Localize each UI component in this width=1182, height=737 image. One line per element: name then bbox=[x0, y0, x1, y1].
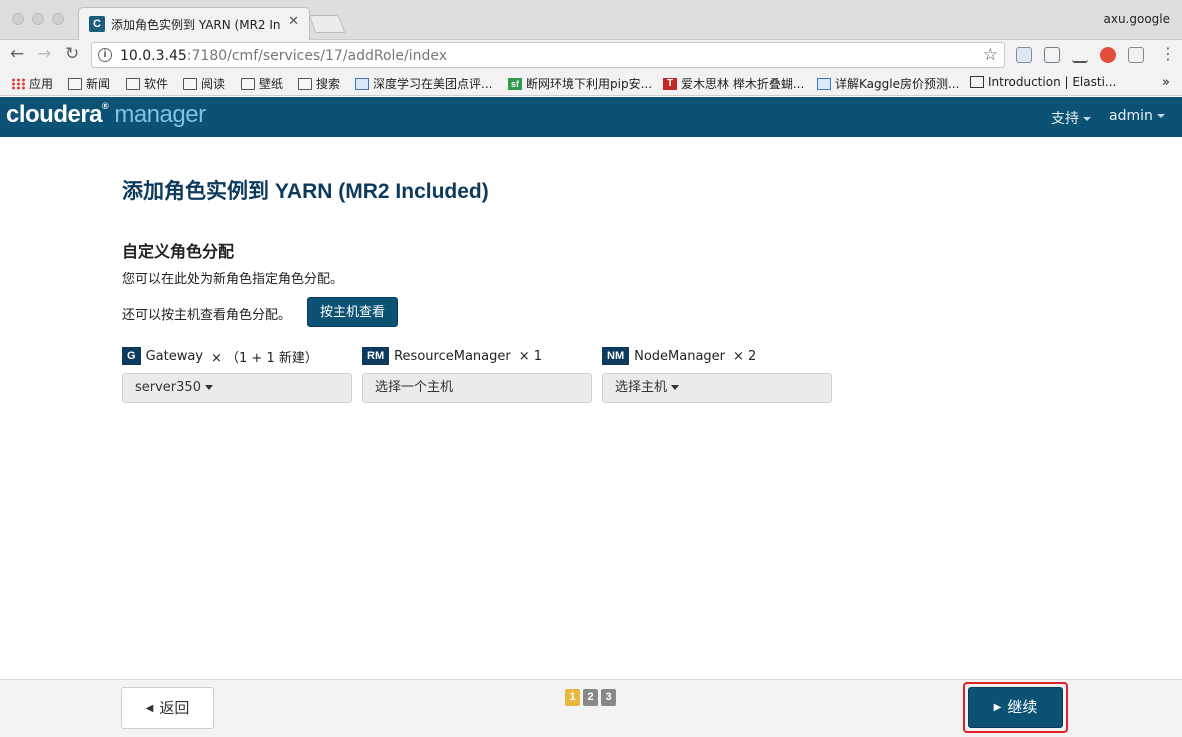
minimize-window-icon[interactable] bbox=[32, 13, 44, 25]
profile-name[interactable]: axu.google bbox=[1103, 12, 1170, 26]
bookmark-star-icon[interactable]: ☆ bbox=[983, 45, 998, 65]
folder-icon bbox=[183, 77, 197, 90]
maximize-window-icon[interactable] bbox=[52, 13, 64, 25]
role-gateway: G Gateway × （1 + 1 新建） server350 bbox=[122, 347, 352, 403]
bookmark-elastic[interactable]: Introduction | Elasti... bbox=[970, 75, 1116, 89]
close-window-icon[interactable] bbox=[12, 13, 24, 25]
info-icon[interactable]: i bbox=[98, 48, 112, 62]
extension-e-icon[interactable] bbox=[1128, 47, 1144, 63]
role-badge: G bbox=[122, 347, 141, 365]
folder-icon bbox=[298, 77, 312, 90]
apps-icon bbox=[11, 77, 25, 90]
step-indicator-1[interactable]: 1 bbox=[565, 689, 580, 706]
role-name: NodeManager bbox=[634, 348, 726, 364]
role-name: ResourceManager bbox=[394, 348, 511, 364]
wizard-footer: ◀ 返回 1 2 3 ▶ 继续 bbox=[0, 679, 1182, 737]
chart-icon bbox=[817, 77, 831, 90]
bookmark-apps[interactable]: 应用 bbox=[11, 75, 53, 92]
step-indicator-3[interactable]: 3 bbox=[601, 689, 616, 706]
extension-check-icon[interactable] bbox=[1100, 47, 1116, 63]
extension-chart-icon[interactable] bbox=[1072, 47, 1088, 63]
sf-icon: sf bbox=[508, 77, 522, 90]
role-count: × （1 + 1 新建） bbox=[211, 350, 318, 366]
folder-icon bbox=[126, 77, 140, 90]
role-badge: RM bbox=[362, 347, 390, 365]
back-button[interactable]: ◀ 返回 bbox=[121, 687, 214, 729]
cloudera-manager-logo[interactable]: cloudera® manager bbox=[6, 101, 206, 129]
view-by-host-button[interactable]: 按主机查看 bbox=[307, 297, 399, 327]
page-title: 添加角色实例到 YARN (MR2 Included) bbox=[122, 180, 489, 203]
menu-dots-icon[interactable]: ⋮ bbox=[1160, 45, 1176, 63]
section-title: 自定义角色分配 bbox=[122, 244, 235, 261]
skip-back-icon: ◀ bbox=[145, 702, 154, 714]
step-indicator-2[interactable]: 2 bbox=[583, 689, 598, 706]
role-badge: NM bbox=[602, 347, 630, 365]
bookmarks-overflow-icon[interactable]: » bbox=[1162, 75, 1170, 90]
skip-forward-icon: ▶ bbox=[993, 702, 1002, 713]
bookmark-kaggle[interactable]: 详解Kaggle房价预测... bbox=[817, 75, 959, 92]
book-icon bbox=[970, 76, 984, 88]
back-arrow-icon[interactable]: ← bbox=[10, 45, 24, 63]
bookmark-folder-search[interactable]: 搜索 bbox=[298, 75, 340, 92]
t-icon: T bbox=[663, 77, 677, 90]
bookmark-folder-reading[interactable]: 阅读 bbox=[183, 75, 225, 92]
bookmark-folder-wallpaper[interactable]: 壁纸 bbox=[241, 75, 283, 92]
bookmark-folder-news[interactable]: 新闻 bbox=[68, 75, 110, 92]
gateway-host-select[interactable]: server350 bbox=[122, 373, 352, 403]
tab-title: 添加角色实例到 YARN (MR2 Inc bbox=[111, 18, 281, 32]
continue-button[interactable]: ▶ 继续 bbox=[968, 687, 1063, 728]
user-menu[interactable]: admin bbox=[1109, 108, 1165, 124]
support-menu[interactable]: 支持 bbox=[1051, 108, 1091, 128]
role-name: Gateway bbox=[145, 348, 203, 364]
extension-screenshot-icon[interactable] bbox=[1044, 47, 1060, 63]
host-view-hint: 还可以按主机查看角色分配。 bbox=[122, 308, 292, 323]
chart-icon bbox=[355, 77, 369, 90]
new-tab-button[interactable] bbox=[308, 15, 346, 33]
tab-close-icon[interactable]: ✕ bbox=[288, 14, 299, 29]
bookmarks-bar: 应用 新闻 软件 阅读 壁纸 搜索 深度学习在美团点评... sf 断网环境下利用… bbox=[0, 70, 1182, 96]
app-header: cloudera® manager 支持 admin bbox=[0, 97, 1182, 137]
chevron-down-icon bbox=[671, 385, 680, 390]
nodemanager-host-select[interactable]: 选择主机 bbox=[602, 373, 832, 403]
bookmark-furniture[interactable]: T 爱木思林 榉木折叠蝴... bbox=[663, 75, 804, 92]
address-bar[interactable]: i 10.0.3.45:7180/cmf/services/17/addRole… bbox=[91, 42, 1005, 68]
resourcemanager-host-select[interactable]: 选择一个主机 bbox=[362, 373, 592, 403]
role-resourcemanager: RM ResourceManager × 1 选择一个主机 bbox=[362, 347, 592, 403]
bookmark-deep-learning[interactable]: 深度学习在美团点评... bbox=[355, 75, 492, 92]
bookmark-pip[interactable]: sf 断网环境下利用pip安... bbox=[508, 75, 652, 92]
continue-highlight: ▶ 继续 bbox=[963, 682, 1068, 733]
browser-toolbar: ← → ↻ i 10.0.3.45:7180/cmf/services/17/a… bbox=[0, 40, 1182, 70]
folder-icon bbox=[68, 77, 82, 90]
role-count: × 1 bbox=[518, 348, 543, 364]
bookmark-folder-software[interactable]: 软件 bbox=[126, 75, 168, 92]
browser-tab[interactable]: C 添加角色实例到 YARN (MR2 Inc ✕ bbox=[78, 7, 310, 40]
browser-tab-bar: C 添加角色实例到 YARN (MR2 Inc ✕ axu.google bbox=[0, 0, 1182, 40]
forward-arrow-icon[interactable]: → bbox=[37, 45, 51, 63]
section-description: 您可以在此处为新角色指定角色分配。 bbox=[122, 272, 344, 287]
role-count: × 2 bbox=[733, 348, 757, 364]
extension-bookmark-icon[interactable] bbox=[1016, 47, 1032, 63]
url-text[interactable]: 10.0.3.45:7180/cmf/services/17/addRole/i… bbox=[120, 48, 447, 64]
cloudera-favicon-icon: C bbox=[89, 16, 105, 32]
reload-icon[interactable]: ↻ bbox=[65, 45, 79, 63]
chevron-down-icon bbox=[204, 385, 213, 390]
role-nodemanager: NM NodeManager × 2 选择主机 bbox=[602, 347, 832, 403]
folder-icon bbox=[241, 77, 255, 90]
